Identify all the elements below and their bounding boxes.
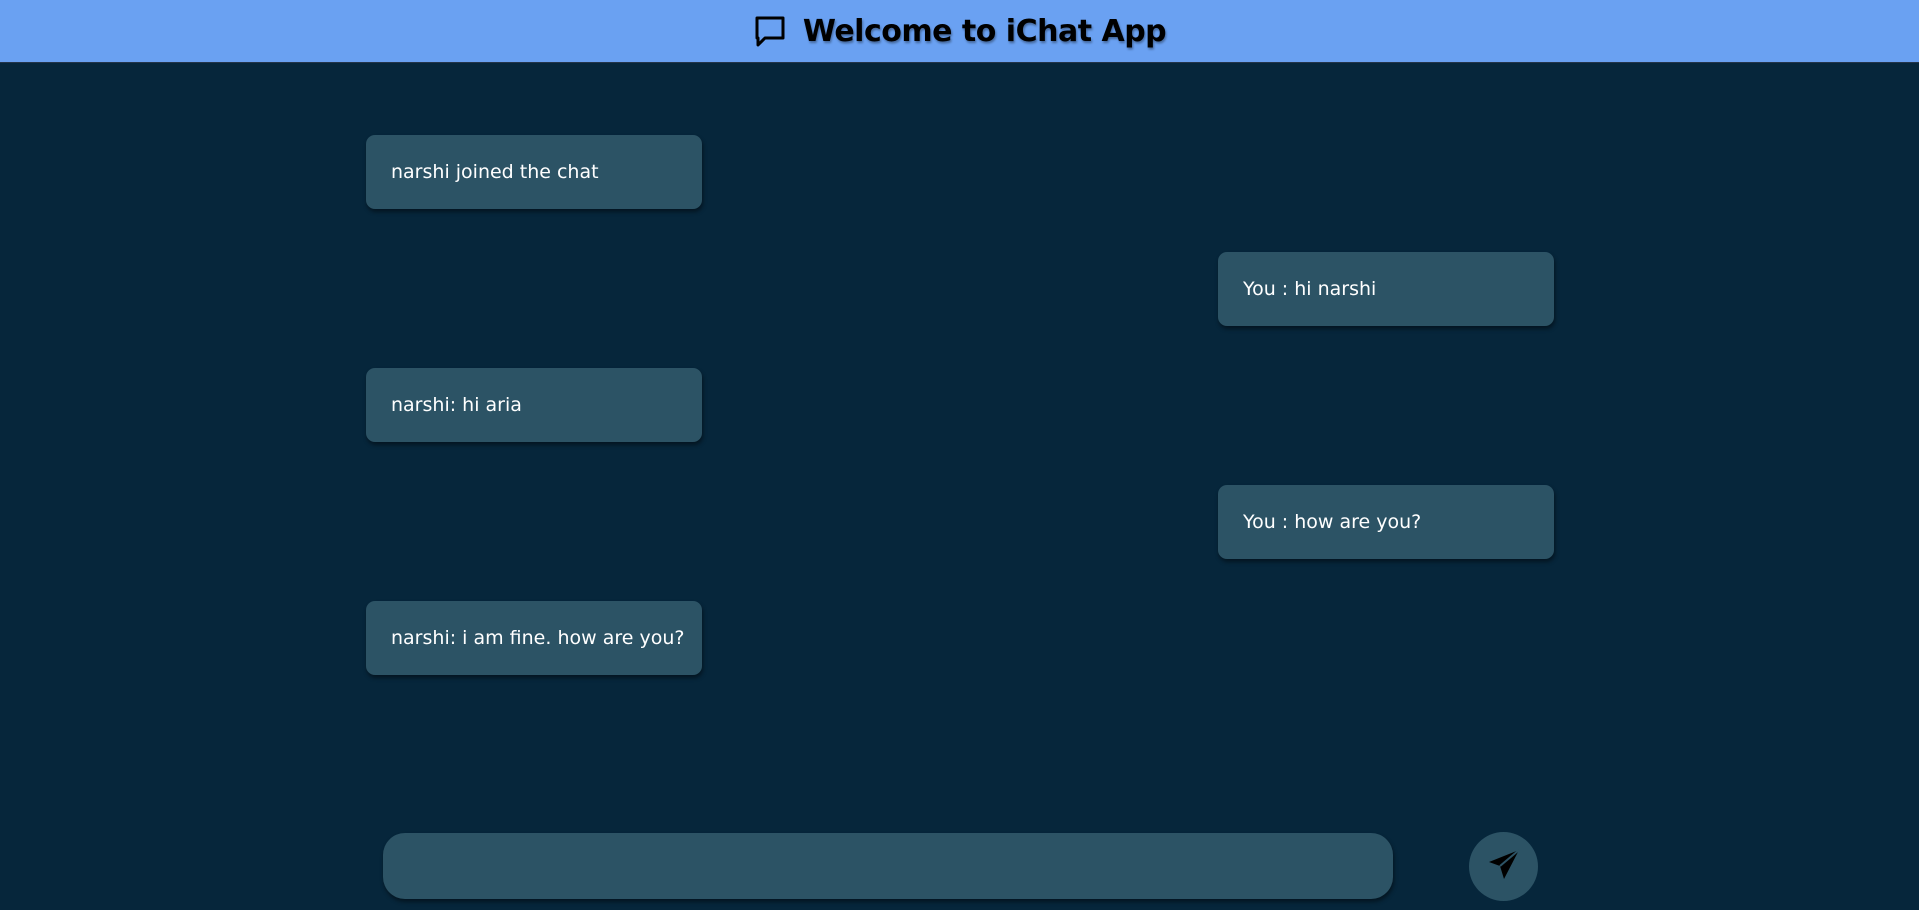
message-outgoing: You : how are you?	[1218, 485, 1554, 559]
send-button[interactable]	[1469, 832, 1538, 901]
chat-bubble-icon	[753, 14, 787, 48]
message-input[interactable]	[383, 833, 1393, 899]
message-text: narshi: hi aria	[391, 394, 522, 416]
message-text: narshi joined the chat	[391, 161, 599, 183]
page-title: Welcome to iChat App	[802, 13, 1167, 49]
app-header: Welcome to iChat App	[0, 0, 1919, 63]
message-incoming: narshi: hi aria	[366, 368, 702, 442]
message-text: You : hi narshi	[1243, 278, 1377, 300]
message-list: narshi joined the chat You : hi narshi n…	[0, 64, 1919, 824]
message-text: You : how are you?	[1243, 511, 1422, 533]
paper-plane-icon	[1486, 847, 1522, 886]
message-outgoing: You : hi narshi	[1218, 252, 1554, 326]
message-incoming: narshi joined the chat	[366, 135, 702, 209]
message-incoming: narshi: i am fine. how are you?	[366, 601, 702, 675]
message-text: narshi: i am fine. how are you?	[391, 627, 685, 649]
